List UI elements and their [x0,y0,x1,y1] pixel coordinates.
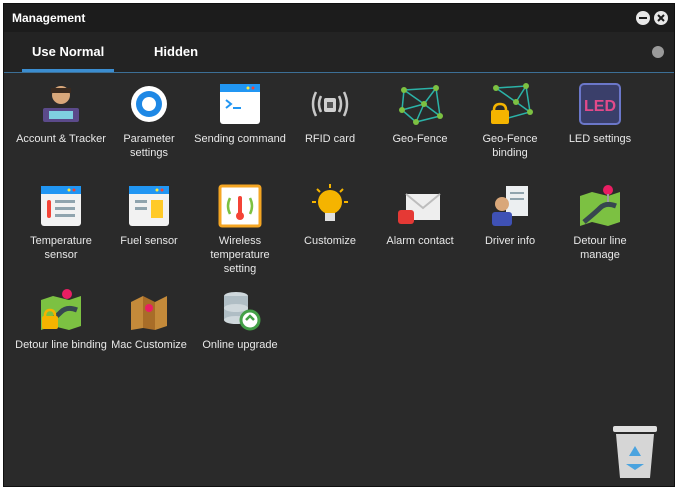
item-label: Parameter settings [123,133,175,159]
item-geo-fence[interactable]: Geo-Fence [374,80,466,146]
account-tracker-icon [43,86,79,122]
fuel-sensor-icon [129,186,169,226]
close-button[interactable] [654,11,668,25]
svg-text:LED: LED [584,98,616,115]
driver-info-icon [492,186,528,226]
item-label: Detour line manage [573,235,627,261]
recycle-bin-icon[interactable] [610,424,660,480]
item-label: Online upgrade [202,339,278,351]
database-upgrade-icon [224,292,261,331]
geo-fence-icon [399,85,443,125]
item-alarm-contact[interactable]: Alarm contact [374,182,466,248]
item-label: Mac Customize [111,339,187,351]
item-customize[interactable]: Customize [284,182,376,248]
item-mac-customize[interactable]: Mac Customize [103,286,195,352]
item-label: Fuel sensor [120,235,178,247]
minimize-button[interactable] [636,11,650,25]
management-window: Management Use Normal Hidden Account & T… [3,3,675,487]
lightbulb-icon [312,184,348,221]
wireless-temperature-icon [218,184,262,228]
geo-fence-lock-icon [491,83,533,124]
item-rfid-card[interactable]: RFID card [284,80,376,146]
item-temperature-sensor[interactable]: Temperature sensor [15,182,107,262]
terminal-icon [220,84,260,124]
mac-customize-icon [131,296,167,330]
temperature-sensor-icon [41,186,81,226]
title-bar[interactable]: Management [4,4,674,32]
rfid-card-icon [311,91,349,117]
item-parameter-settings[interactable]: Parameter settings [103,80,195,160]
item-label: Temperature sensor [30,235,92,261]
window-title: Management [12,11,86,25]
item-led-settings[interactable]: LED LED settings [554,80,646,146]
tab-bar: Use Normal Hidden [4,32,674,73]
item-wireless-temperature[interactable]: Wireless temperature setting [194,182,286,276]
item-label: LED settings [568,133,632,145]
close-icon [657,14,665,22]
item-label: Geo-Fence [392,133,448,145]
item-label: Customize [304,235,356,247]
item-label: Sending command [194,133,286,145]
item-label: Detour line binding [15,339,107,351]
item-label: Account & Tracker [16,133,106,145]
tab-use-normal[interactable]: Use Normal [21,44,115,72]
item-driver-info[interactable]: Driver info [464,182,556,248]
detour-map-icon [580,185,620,226]
detour-lock-icon [41,289,81,330]
item-label: Alarm contact [386,235,454,247]
alarm-mail-icon [398,193,441,224]
item-label: Geo-Fence binding [482,133,538,159]
item-detour-line-binding[interactable]: Detour line binding [15,286,107,352]
gear-icon [131,86,167,122]
item-label: Driver info [484,235,536,247]
item-label: Wireless temperature setting [210,235,270,275]
item-sending-command[interactable]: Sending command [194,80,286,146]
item-label: RFID card [304,133,356,145]
item-fuel-sensor[interactable]: Fuel sensor [103,182,195,248]
item-account-tracker[interactable]: Account & Tracker [15,80,107,146]
settings-icon[interactable] [652,46,664,58]
item-online-upgrade[interactable]: Online upgrade [194,286,286,352]
item-geo-fence-binding[interactable]: Geo-Fence binding [464,80,556,160]
led-icon: LED [579,83,621,125]
item-detour-line-manage[interactable]: Detour line manage [554,182,646,262]
minimize-icon [639,17,647,19]
tab-hidden[interactable]: Hidden [154,44,198,59]
